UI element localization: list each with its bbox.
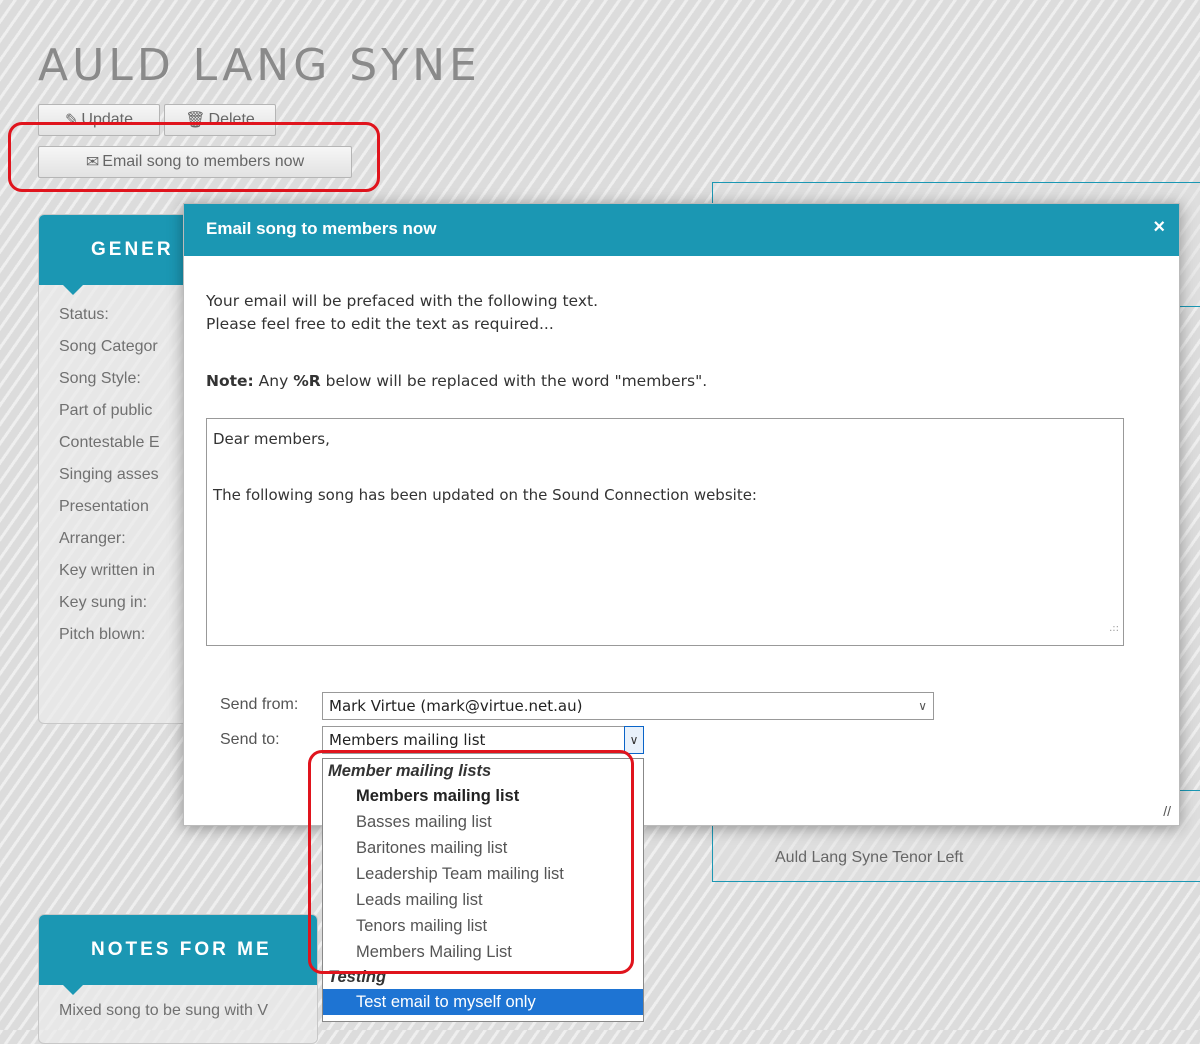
update-button[interactable]: ✎ Update [38,104,160,136]
send-from-select[interactable]: Mark Virtue (mark@virtue.net.au) ∨ [322,692,934,720]
dropdown-option[interactable]: Members mailing list [323,783,643,809]
send-to-dropdown[interactable]: Member mailing lists Members mailing list… [322,758,644,1022]
dropdown-option[interactable]: Tenors mailing list [323,913,643,939]
general-field-label: Key sung in: [59,594,148,611]
envelope-icon: ✉ [85,153,100,171]
dropdown-option[interactable]: Basses mailing list [323,809,643,835]
dropdown-option[interactable]: Baritones mailing list [323,835,643,861]
dropdown-option[interactable]: Leadership Team mailing list [323,861,643,887]
intro-line-1: Your email will be prefaced with the fol… [206,292,599,310]
send-to-label: Send to: [220,731,280,748]
modal-resize-icon[interactable]: // [1163,803,1171,819]
right-panel-item[interactable]: Auld Lang Syne Tenor Left [775,849,963,867]
general-field-label: Presentation [59,498,149,515]
intro-line-2: Please feel free to edit the text as req… [206,315,554,333]
message-text: Dear members, The following song has bee… [213,430,757,504]
note-rest: below will be replaced with the word "me… [320,372,708,390]
email-song-button-label: Email song to members now [102,152,305,170]
general-field-label: Key written in [59,562,156,579]
delete-button[interactable]: 🗑 Delete [164,104,276,136]
general-field-label: Part of public [59,402,153,419]
page-title: AULD LANG SYNE [38,40,481,91]
resize-grip-icon[interactable]: .:: [1109,615,1119,643]
note-mid: Any [253,372,294,390]
modal-header: Email song to members now × [184,204,1179,256]
delete-button-label: Delete [208,110,255,128]
email-modal: Email song to members now × Your email w… [183,203,1180,826]
general-field-label: Status: [59,306,109,323]
general-field-label: Singing asses [59,466,159,483]
note-token: %R [293,372,321,390]
dropdown-group-label: Testing [328,968,387,986]
general-panel: GENER Status: Song Categor Song Style: Part… [38,214,198,724]
general-field-label: Song Categor [59,338,158,355]
dropdown-group-label: Member mailing lists [328,762,492,780]
email-song-button[interactable]: ✉ Email song to members now [38,146,352,178]
general-field-label: Song Style: [59,370,141,387]
notes-panel-header: NOTES FOR ME [39,915,317,995]
general-field-label: Pitch blown: [59,626,146,643]
send-from-label: Send from: [220,696,299,713]
notes-panel: NOTES FOR ME Mixed song to be sung with … [38,914,318,1044]
message-textarea[interactable]: Dear members, The following song has bee… [206,418,1124,646]
dropdown-option[interactable]: Leads mailing list [323,887,643,913]
trash-icon: 🗑 [185,111,206,129]
send-to-select[interactable]: Members mailing list ∨ [322,726,644,754]
modal-title: Email song to members now [206,219,437,238]
chevron-down-icon[interactable]: ∨ [624,726,644,754]
chevron-down-icon: ∨ [918,699,927,713]
edit-icon: ✎ [65,111,79,129]
general-field-label: Arranger: [59,530,126,547]
note-line: Note: Any %R below will be replaced with… [206,372,707,390]
note-label: Note: [206,372,254,390]
update-button-label: Update [81,110,133,128]
send-from-value: Mark Virtue (mark@virtue.net.au) [329,697,583,715]
general-fields: Status: Song Categor Song Style: Part of pu… [39,285,197,651]
close-icon[interactable]: × [1153,216,1165,239]
send-to-value: Members mailing list [329,731,486,749]
dropdown-option[interactable]: Members Mailing List [323,939,643,965]
general-field-label: Contestable E [59,434,160,451]
general-panel-header: GENER [39,215,197,295]
dropdown-option[interactable]: Test email to myself only [323,989,643,1015]
